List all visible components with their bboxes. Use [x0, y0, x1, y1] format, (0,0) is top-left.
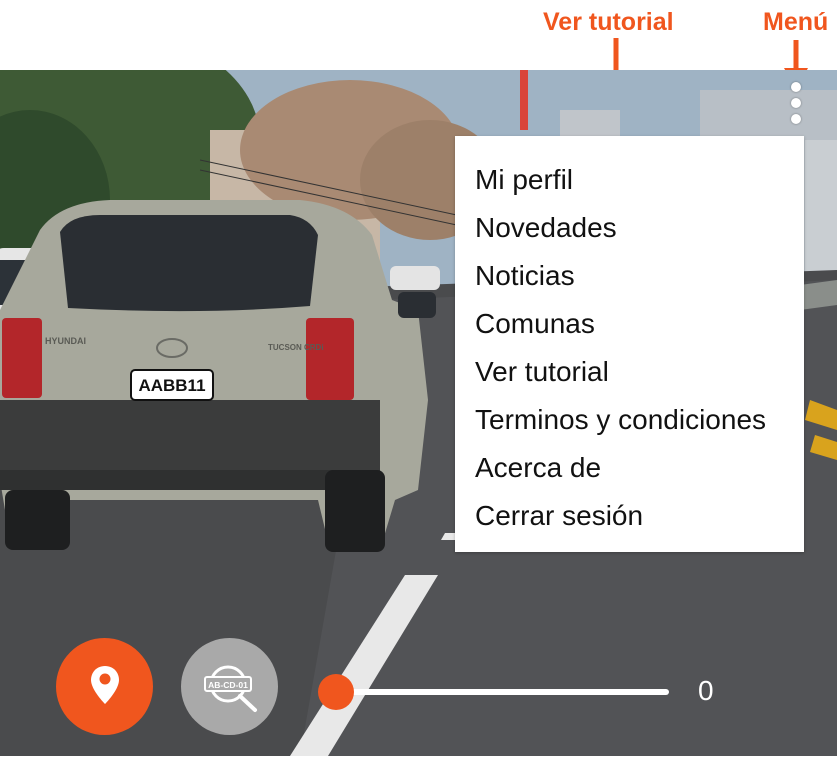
menu-item-ver-tutorial[interactable]: Ver tutorial [455, 350, 804, 398]
plate-badge-text: AB-CD-01 [208, 680, 248, 690]
menu-item-noticias[interactable]: Noticias [455, 254, 804, 302]
callout-menu: Menú [763, 8, 829, 36]
menu-item-novedades[interactable]: Novedades [455, 206, 804, 254]
overflow-menu: Mi perfil Novedades Noticias Comunas Ver… [455, 136, 804, 552]
plate-search-icon: AB-CD-01 [204, 665, 257, 712]
callout-ver-tutorial: Ver tutorial [543, 8, 674, 36]
location-button[interactable] [56, 638, 153, 735]
slider-track[interactable] [336, 689, 669, 695]
menu-dot-icon [791, 82, 801, 92]
menu-dot-icon [791, 114, 801, 124]
map-pin-icon [91, 666, 119, 704]
menu-item-terminos[interactable]: Terminos y condiciones [455, 398, 804, 446]
badge-hyundai: HYUNDAI [45, 336, 86, 346]
menu-item-acerca-de[interactable]: Acerca de [455, 446, 804, 494]
menu-item-cerrar-sesion[interactable]: Cerrar sesión [455, 494, 804, 542]
license-plate-text: AABB11 [138, 376, 205, 395]
plate-search-button[interactable]: AB-CD-01 [181, 638, 278, 735]
slider-value: 0 [698, 675, 714, 706]
menu-button[interactable] [785, 78, 807, 128]
badge-tucson: TUCSON CRDi [268, 343, 324, 352]
slider-thumb[interactable] [318, 674, 354, 710]
menu-item-comunas[interactable]: Comunas [455, 302, 804, 350]
menu-item-mi-perfil[interactable]: Mi perfil [455, 158, 804, 206]
menu-dot-icon [791, 98, 801, 108]
